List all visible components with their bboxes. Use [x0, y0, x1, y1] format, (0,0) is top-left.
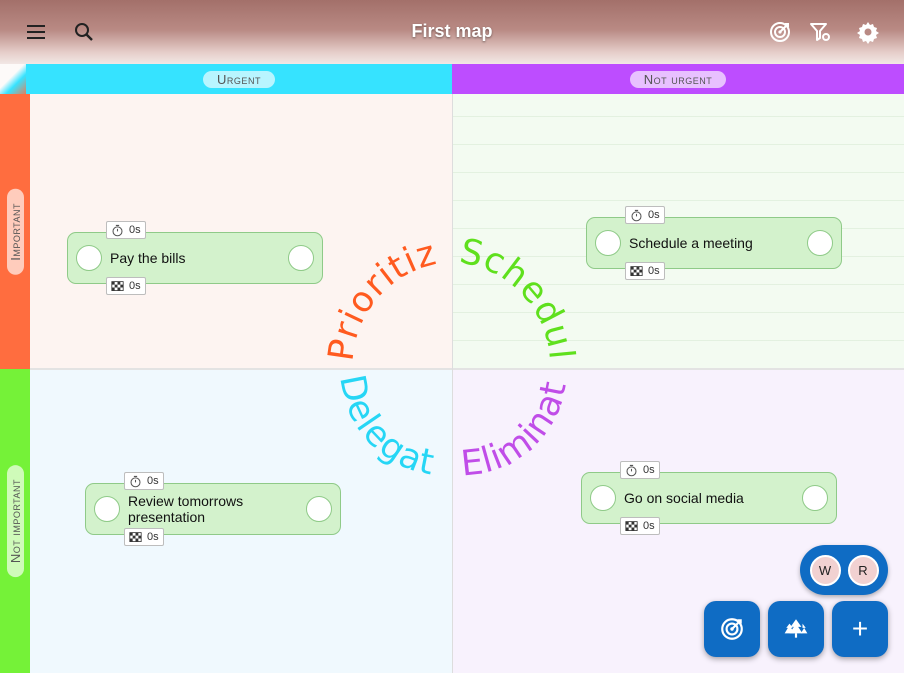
task-start-toggle[interactable] — [590, 485, 616, 511]
task-card[interactable]: 0s Schedule a meeting 0s — [586, 206, 842, 280]
urgent-label: Urgent — [203, 70, 275, 88]
timer-value: 0s — [648, 209, 660, 221]
task-complete-toggle[interactable] — [802, 485, 828, 511]
horizontal-divider — [30, 368, 904, 370]
focus-button[interactable] — [704, 601, 760, 657]
stopwatch-icon — [631, 209, 642, 221]
plus-icon: + — [851, 613, 869, 644]
timer-value: 0s — [129, 224, 141, 236]
checkered-flag-icon — [630, 265, 643, 276]
task-label: Go on social media — [624, 490, 744, 506]
goal-chip: 0s — [106, 277, 146, 295]
checkered-flag-icon — [625, 520, 638, 531]
timer-chip: 0s — [106, 221, 146, 239]
timer-chip: 0s — [620, 461, 660, 479]
trees-icon — [784, 619, 808, 638]
checkered-flag-icon — [129, 531, 142, 542]
task-label: Review tomorrows presentation — [128, 493, 244, 525]
timer-chip: 0s — [625, 206, 665, 224]
goal-chip: 0s — [620, 517, 660, 535]
timer-value: 0s — [147, 475, 159, 487]
task-start-toggle[interactable] — [595, 230, 621, 256]
stopwatch-icon — [130, 475, 141, 487]
task-complete-toggle[interactable] — [306, 496, 332, 522]
row-header-not-important: Not important — [0, 369, 30, 673]
goal-value: 0s — [129, 280, 141, 292]
avatar[interactable]: W — [809, 554, 841, 586]
task-card[interactable]: 0s Review tomorrows presentation 0s — [85, 472, 341, 546]
task-card[interactable]: 0s Go on social media 0s — [581, 461, 837, 535]
goal-value: 0s — [648, 265, 660, 277]
gear-icon[interactable] — [854, 18, 882, 46]
column-header-urgent: Urgent — [26, 64, 452, 94]
collaborators-pill: W R — [800, 545, 888, 595]
task-label: Pay the bills — [110, 250, 186, 266]
timer-value: 0s — [643, 464, 655, 476]
goal-value: 0s — [147, 531, 159, 543]
target-icon[interactable] — [766, 18, 794, 46]
task-start-toggle[interactable] — [94, 496, 120, 522]
filter-settings-icon[interactable] — [806, 18, 834, 46]
top-app-bar: First map — [0, 0, 904, 66]
target-icon — [721, 618, 743, 640]
column-header-not-urgent: Not urgent — [452, 64, 904, 94]
task-card[interactable]: 0s Pay the bills 0s — [67, 221, 323, 295]
row-header-important: Important — [0, 94, 30, 369]
not-urgent-label: Not urgent — [629, 70, 727, 88]
trees-button[interactable] — [768, 601, 824, 657]
task-complete-toggle[interactable] — [807, 230, 833, 256]
avatar[interactable]: R — [847, 554, 879, 586]
stopwatch-icon — [112, 224, 123, 236]
checkered-flag-icon — [111, 280, 124, 291]
vertical-divider — [452, 94, 453, 673]
goal-chip: 0s — [124, 528, 164, 546]
timer-chip: 0s — [124, 472, 164, 490]
task-label: Schedule a meeting — [629, 235, 753, 251]
not-important-label: Not important — [6, 464, 24, 578]
add-task-button[interactable]: + — [832, 601, 888, 657]
goal-value: 0s — [643, 520, 655, 532]
stopwatch-icon — [626, 464, 637, 476]
important-label: Important — [6, 188, 24, 275]
goal-chip: 0s — [625, 262, 665, 280]
task-complete-toggle[interactable] — [288, 245, 314, 271]
task-start-toggle[interactable] — [76, 245, 102, 271]
